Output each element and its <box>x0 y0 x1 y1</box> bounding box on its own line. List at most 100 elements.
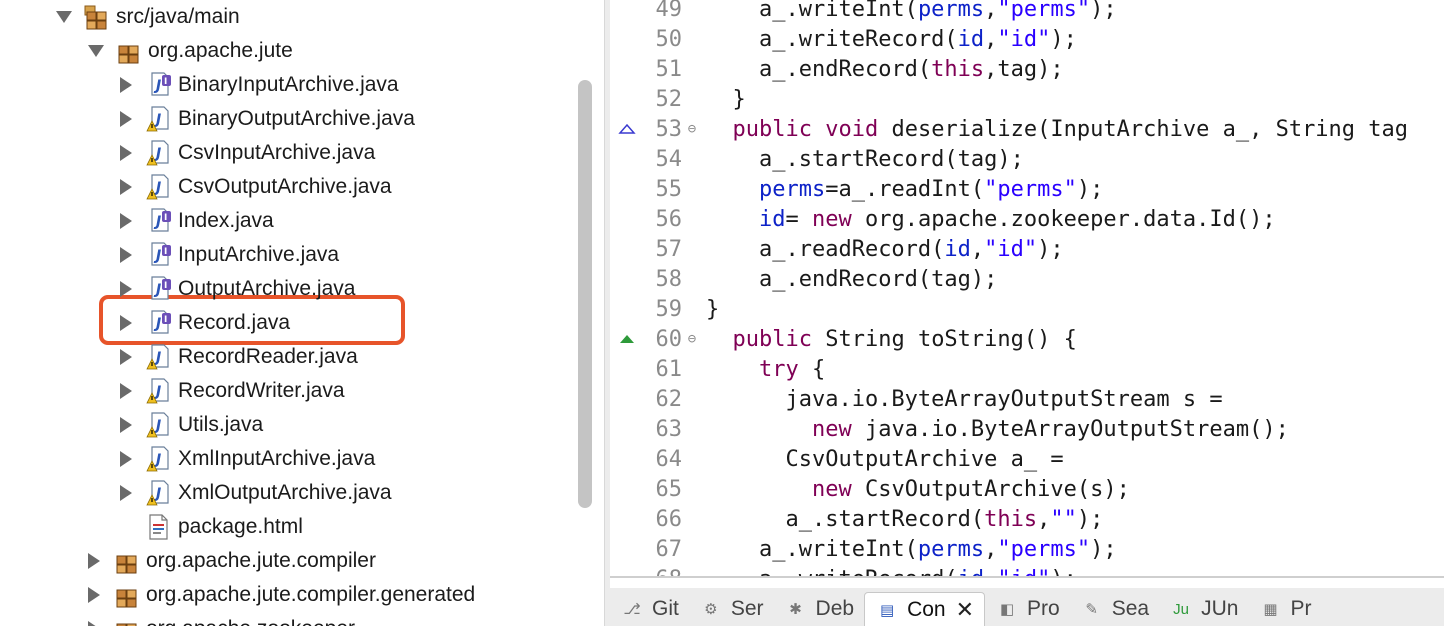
view-tab-sea[interactable]: ✎ Sea <box>1070 592 1159 626</box>
code-line[interactable]: 55 perms=a_.readInt("perms"); <box>610 174 1444 204</box>
view-tab-ser[interactable]: ⚙ Ser <box>689 592 774 626</box>
collapsed-twisty-icon[interactable] <box>120 213 132 229</box>
package-icon <box>116 37 142 65</box>
collapsed-twisty-icon[interactable] <box>88 621 100 626</box>
close-tab-icon[interactable]: ✕ <box>956 597 974 623</box>
code-token: a_.endRecord(tag); <box>758 266 998 292</box>
code-line[interactable]: 52 } <box>610 84 1444 114</box>
tree-item[interactable]: J XmlOutputArchive.java <box>120 476 392 510</box>
tree-item-label: XmlInputArchive.java <box>178 447 376 470</box>
collapsed-twisty-icon[interactable] <box>120 281 132 297</box>
code-line[interactable]: 63 new java.io.ByteArrayOutputStream(); <box>610 414 1444 444</box>
code-text: a_.writeInt(perms,"perms"); <box>702 0 1117 22</box>
code-line[interactable]: 51 a_.endRecord(this,tag); <box>610 54 1444 84</box>
code-line[interactable]: 62 java.io.ByteArrayOutputStream s = <box>610 384 1444 414</box>
view-tab-jun[interactable]: Ju JUn <box>1159 592 1248 626</box>
bottom-view-tabbar: ⎇ Git ⚙ Ser ✱ Deb ▤ Con ✕ ◧ Pro ✎ Sea Ju JUn ▦ Pr <box>610 588 1444 626</box>
code-line[interactable]: 66 a_.startRecord(this,""); <box>610 504 1444 534</box>
view-tab-deb[interactable]: ✱ Deb <box>774 592 865 626</box>
code-text: a_.startRecord(this,""); <box>702 507 1103 532</box>
tree-item[interactable]: J BinaryOutputArchive.java <box>120 102 415 136</box>
tree-item[interactable]: J RecordReader.java <box>120 340 358 374</box>
collapsed-twisty-icon[interactable] <box>120 451 132 467</box>
collapsed-twisty-icon[interactable] <box>120 77 132 93</box>
code-line[interactable]: 68 a_.writeRecord(id,"id"); <box>610 564 1444 577</box>
code-line[interactable]: 56 id= new org.apache.zookeeper.data.Id(… <box>610 204 1444 234</box>
tree-item-label: Record.java <box>178 311 291 334</box>
collapsed-twisty-icon[interactable] <box>88 587 100 603</box>
tree-item[interactable]: J I BinaryInputArchive.java <box>120 68 399 102</box>
code-line[interactable]: 67 a_.writeInt(perms,"perms"); <box>610 534 1444 564</box>
implements-marker-icon[interactable] <box>610 333 644 345</box>
tree-item[interactable]: J I InputArchive.java <box>120 238 339 272</box>
code-line[interactable]: 65 new CsvOutputArchive(s); <box>610 474 1444 504</box>
line-number: 55 <box>655 176 683 202</box>
code-line[interactable]: 61 try { <box>610 354 1444 384</box>
collapsed-twisty-icon[interactable] <box>120 485 132 501</box>
explorer-scrollbar[interactable] <box>578 80 592 508</box>
code-line[interactable]: 57 a_.readRecord(id,"id"); <box>610 234 1444 264</box>
code-line[interactable]: 64 CsvOutputArchive a_ = <box>610 444 1444 474</box>
collapsed-twisty-icon[interactable] <box>120 417 132 433</box>
tree-item[interactable]: org.apache.zookeeper <box>88 612 355 626</box>
code-line[interactable]: 50 a_.writeRecord(id,"id"); <box>610 24 1444 54</box>
collapsed-twisty-icon[interactable] <box>120 179 132 195</box>
code-line[interactable]: 49 a_.writeInt(perms,"perms"); <box>610 0 1444 24</box>
collapsed-twisty-icon[interactable] <box>120 349 132 365</box>
code-editor[interactable]: 49 a_.writeInt(perms,"perms"); 50 a_.writ… <box>610 0 1444 578</box>
code-token: ); <box>1076 506 1104 532</box>
line-number: 53 <box>655 116 683 142</box>
tree-item[interactable]: package.html <box>120 510 303 544</box>
tree-item[interactable]: J I OutputArchive.java <box>120 272 355 306</box>
fold-collapse-icon[interactable]: ⊖ <box>682 331 702 347</box>
code-text: perms=a_.readInt("perms"); <box>702 177 1103 202</box>
tree-item-label: org.apache.zookeeper <box>146 617 355 626</box>
collapsed-twisty-icon[interactable] <box>120 111 132 127</box>
svg-text:I: I <box>164 247 167 257</box>
package-icon <box>114 547 140 575</box>
code-token-str: "id" <box>997 567 1050 577</box>
tree-item[interactable]: org.apache.jute.compiler.generated <box>88 578 475 612</box>
view-tab-label: Pro <box>1027 597 1060 620</box>
tree-item[interactable]: J XmlInputArchive.java <box>120 442 375 476</box>
tree-item[interactable]: J CsvInputArchive.java <box>120 136 375 170</box>
code-token: ); <box>1076 176 1104 202</box>
expanded-twisty-icon[interactable] <box>88 45 104 57</box>
code-token: a_.writeRecord( <box>758 26 958 52</box>
tree-item[interactable]: J Utils.java <box>120 408 263 442</box>
view-tab-pr[interactable]: ▦ Pr <box>1248 592 1321 626</box>
tree-item[interactable]: J I Record.java <box>120 306 290 340</box>
collapsed-twisty-icon[interactable] <box>120 383 132 399</box>
collapsed-twisty-icon[interactable] <box>120 315 132 331</box>
tree-item[interactable]: org.apache.jute.compiler <box>88 544 376 578</box>
view-tab-con[interactable]: ▤ Con ✕ <box>864 592 986 626</box>
line-number: 60 <box>655 326 683 352</box>
code-line[interactable]: 54 a_.startRecord(tag); <box>610 144 1444 174</box>
code-token-fld: id <box>957 26 985 52</box>
collapsed-twisty-icon[interactable] <box>120 247 132 263</box>
collapsed-twisty-icon[interactable] <box>88 553 100 569</box>
expanded-twisty-icon[interactable] <box>56 11 72 23</box>
code-line[interactable]: 59} <box>610 294 1444 324</box>
tree-item[interactable]: org.apache.jute <box>88 34 293 68</box>
tree-item[interactable]: J RecordWriter.java <box>120 374 345 408</box>
override-marker-icon[interactable] <box>610 123 644 135</box>
view-tab-pro[interactable]: ◧ Pro <box>985 592 1070 626</box>
code-line[interactable]: 60 ⊖ public String toString() { <box>610 324 1444 354</box>
tree-item[interactable]: src/java/main <box>56 0 240 34</box>
tree-item[interactable]: J CsvOutputArchive.java <box>120 170 392 204</box>
code-text: a_.readRecord(id,"id"); <box>702 237 1064 262</box>
tree-item[interactable]: J I Index.java <box>120 204 274 238</box>
servers-icon: ⚙ <box>704 601 718 618</box>
code-line[interactable]: 53 ⊖ public void deserialize(InputArchive… <box>610 114 1444 144</box>
collapsed-twisty-icon[interactable] <box>120 145 132 161</box>
code-token: , <box>970 236 985 262</box>
code-line[interactable]: 58 a_.endRecord(tag); <box>610 264 1444 294</box>
view-tab-git[interactable]: ⎇ Git <box>610 592 689 626</box>
fold-collapse-icon[interactable]: ⊖ <box>682 121 702 137</box>
